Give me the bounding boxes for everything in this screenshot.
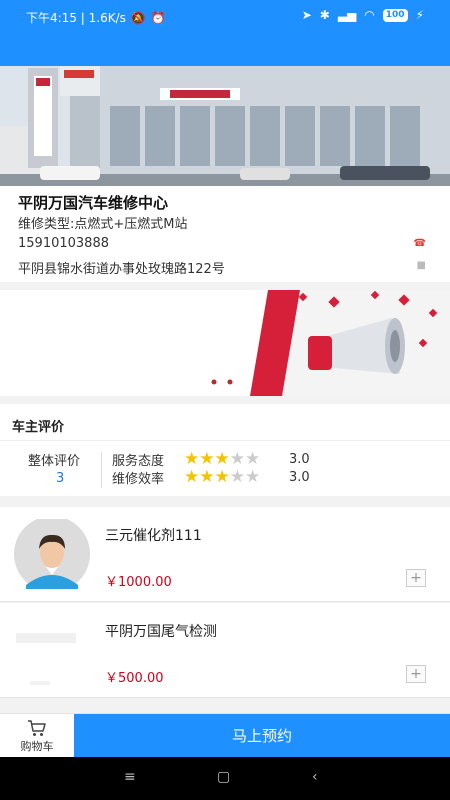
star-rating: ★★★★★ xyxy=(184,451,289,468)
mute-icon: 🔕 xyxy=(130,10,146,25)
alarm-icon: ⏰ xyxy=(150,10,166,25)
shop-photo xyxy=(0,66,450,186)
rating-value: 3.0 xyxy=(289,452,310,467)
shop-type: 维修类型:点燃式+压燃式M站 xyxy=(18,217,188,232)
star-empty-icon: ★ xyxy=(245,467,261,487)
product-thumbnail xyxy=(12,615,92,685)
cart-label: 购物车 xyxy=(20,740,54,753)
shop-name: 平阴万国汽车维修中心 xyxy=(18,194,169,212)
product-name: 平阴万国尾气检测 xyxy=(105,624,217,640)
overall-rating-label: 整体评价 xyxy=(28,454,81,469)
location-icon: ➤ xyxy=(301,8,312,22)
product-price: ￥1000.00 xyxy=(105,575,172,590)
star-empty-icon: ★ xyxy=(229,449,245,469)
star-filled-icon: ★ xyxy=(199,449,215,469)
cart-icon xyxy=(28,720,46,736)
rating-row-efficiency: 维修效率 ★★★★★ 3.0 xyxy=(112,468,310,488)
avatar xyxy=(14,519,90,589)
divider xyxy=(101,452,102,488)
add-to-cart-button[interactable]: + xyxy=(406,569,426,587)
reviews-title: 车主评价 xyxy=(12,420,65,435)
star-filled-icon: ★ xyxy=(214,449,230,469)
shop-address[interactable]: 平阴县锦水街道办事处玫瑰路122号 xyxy=(18,258,225,277)
phone-icon[interactable]: ☎ xyxy=(414,238,426,249)
system-nav-bar: ≡ ▢ ‹ xyxy=(0,757,450,800)
home-icon[interactable]: ▢ xyxy=(217,769,230,785)
battery-icon: 100 xyxy=(382,8,408,22)
status-bar: 下午4:15 | 1.6K/s 🔕 ⏰ ➤ ✱ ▃▅ ◠ 100 ⚡ xyxy=(0,0,450,66)
charging-icon: ⚡ xyxy=(415,8,424,22)
shop-phone[interactable]: 15910103888 xyxy=(18,236,109,251)
banner-line1: 机动车尾气不达标12月1日起 xyxy=(18,344,215,362)
cart-button[interactable]: 购物车 xyxy=(0,714,74,758)
star-filled-icon: ★ xyxy=(199,467,215,487)
book-now-button[interactable]: 马上预约 xyxy=(74,714,450,758)
status-left: 下午4:15 | 1.6K/s 🔕 ⏰ xyxy=(26,9,166,26)
location-pin-icon[interactable]: ■ xyxy=(417,260,426,271)
promo-banner[interactable]: 济南车主们注意了! 机动车尾气不达标12月1日起 强制维修 xyxy=(0,290,450,396)
product-price: ￥500.00 xyxy=(105,671,164,686)
star-filled-icon: ★ xyxy=(184,449,200,469)
product-item[interactable]: 三元催化剂111 ￥1000.00 + xyxy=(0,507,450,602)
star-empty-icon: ★ xyxy=(229,467,245,487)
rating-label: 服务态度 xyxy=(112,454,165,469)
star-rating: ★★★★★ xyxy=(184,469,289,486)
product-item[interactable]: 平阴万国尾气检测 ￥500.00 + xyxy=(0,603,450,698)
status-right: ➤ ✱ ▃▅ ◠ 100 ⚡ xyxy=(302,8,424,22)
star-filled-icon: ★ xyxy=(184,467,200,487)
status-time: 下午4:15 | 1.6K/s xyxy=(26,11,126,25)
banner-line2: 强制维修 xyxy=(18,367,79,385)
signal-icon: ▃▅ xyxy=(337,8,357,22)
banner-pager-dots xyxy=(211,379,233,385)
product-name: 三元催化剂111 xyxy=(105,528,202,544)
star-filled-icon: ★ xyxy=(214,467,230,487)
wifi-icon: ◠ xyxy=(364,8,375,22)
reviews-section: 车主评价 整体评价 3 服务态度 ★★★★★ 3.0 维修效率 ★★★★★ 3.… xyxy=(0,404,450,496)
banner-headline: 济南车主们注意了! xyxy=(22,304,218,328)
rating-value: 3.0 xyxy=(289,470,310,485)
rating-label: 维修效率 xyxy=(112,472,165,487)
shop-info: 平阴万国汽车维修中心 维修类型:点燃式+压燃式M站 15910103888 平阴… xyxy=(0,186,450,282)
back-icon[interactable]: ‹ xyxy=(312,769,318,785)
overall-rating-value: 3 xyxy=(56,471,65,486)
menu-icon[interactable]: ≡ xyxy=(124,769,136,785)
add-to-cart-button[interactable]: + xyxy=(406,665,426,683)
divider xyxy=(0,440,450,441)
star-empty-icon: ★ xyxy=(245,449,261,469)
bluetooth-icon: ✱ xyxy=(319,8,330,22)
bottom-action-bar: 购物车 马上预约 xyxy=(0,713,450,758)
